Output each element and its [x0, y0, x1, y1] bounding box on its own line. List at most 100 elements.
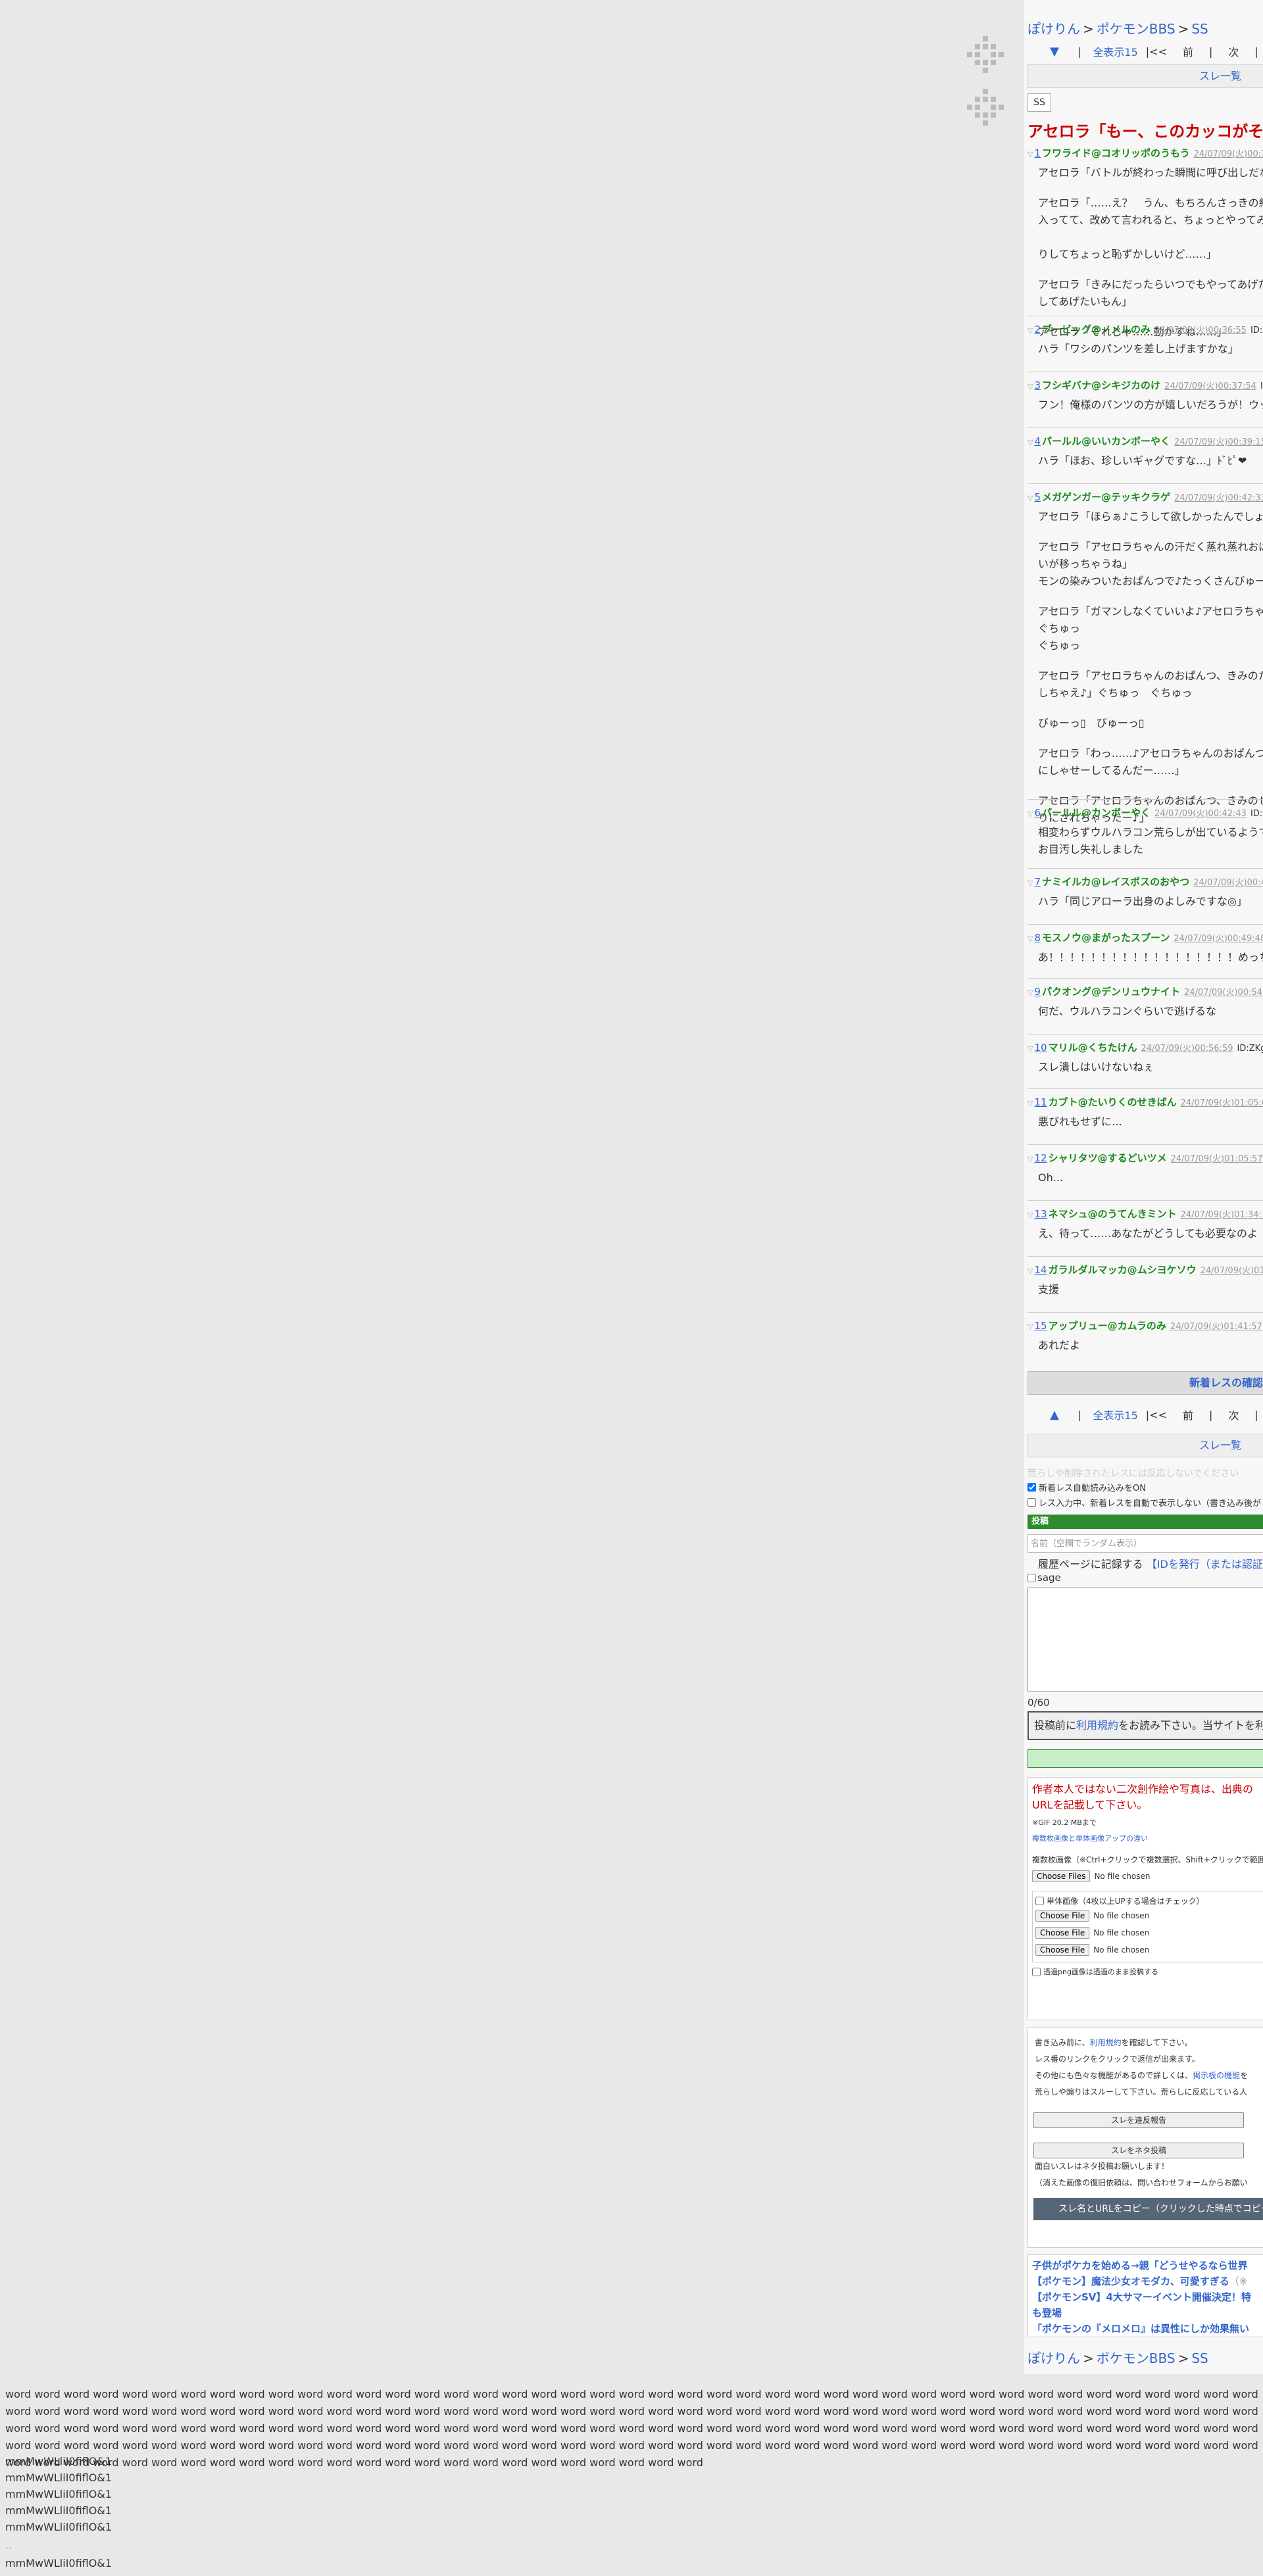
hide-new-checkbox[interactable]: [1028, 1498, 1036, 1507]
post-date[interactable]: 24/07/09(火)00:37:54: [1164, 381, 1256, 391]
post-date[interactable]: 24/07/09(火)00:49:48: [1174, 934, 1263, 944]
thread-list-link-bottom[interactable]: スレ一覧: [1028, 1434, 1263, 1457]
sage-option[interactable]: sage: [1028, 1572, 1061, 1584]
post-date[interactable]: 24/07/09(火)01:34:16: [1181, 1210, 1263, 1220]
post-menu-icon[interactable]: ▽: [1028, 382, 1033, 391]
grid-tools-icon[interactable]: [967, 89, 1004, 126]
hide-new-option[interactable]: レス入力中、新着レスを自動で表示しない（書き込み後が: [1028, 1496, 1261, 1509]
grid-menu-icon[interactable]: [967, 36, 1004, 73]
message-textarea[interactable]: [1028, 1588, 1263, 1691]
post-menu-icon[interactable]: ▽: [1028, 150, 1033, 158]
prev-link-bottom[interactable]: 前: [1183, 1407, 1193, 1422]
post-number[interactable]: 5: [1034, 491, 1041, 503]
post-number[interactable]: 13: [1034, 1208, 1047, 1220]
breadcrumb-home-bottom[interactable]: ぽけりん: [1028, 2350, 1080, 2366]
post-menu-icon[interactable]: ▽: [1028, 1211, 1033, 1219]
choose-file-button-3[interactable]: Choose File: [1035, 1944, 1090, 1956]
breadcrumb-home[interactable]: ぽけりん: [1028, 21, 1080, 37]
related-link[interactable]: 【ポケモン】魔法少女オモダカ、可愛すぎる（※: [1032, 2273, 1263, 2289]
sage-checkbox[interactable]: [1028, 1573, 1036, 1582]
post-date[interactable]: 24/07/09(火)01:41:10: [1201, 1266, 1263, 1276]
show-all-link-bottom[interactable]: 全表示15: [1093, 1407, 1137, 1422]
issue-id-link[interactable]: 【IDを発行（または認証）】: [1147, 1558, 1263, 1570]
post-number[interactable]: 8: [1034, 932, 1041, 944]
post-id[interactable]: ID:dI8MgoAk: [1251, 326, 1263, 335]
post-date[interactable]: 24/07/09(火)00:45:07: [1193, 878, 1263, 888]
post-number[interactable]: 14: [1034, 1264, 1047, 1276]
first-link-bottom[interactable]: |<<: [1146, 1409, 1167, 1421]
post-date[interactable]: 24/07/09(火)00:54:20: [1184, 988, 1263, 998]
post-date[interactable]: 24/07/09(火)00:36:55: [1154, 326, 1247, 335]
post-date[interactable]: 24/07/09(火)00:56:59: [1141, 1044, 1233, 1054]
related-link[interactable]: 「ポケモンの『メロメロ』は異性にしか効果無い: [1032, 2321, 1263, 2337]
post-date[interactable]: 24/07/09(火)01:05:57: [1171, 1154, 1263, 1164]
post-id[interactable]: ID:ZKgM: [1237, 1044, 1263, 1054]
post-date[interactable]: 24/07/09(火)01:05:00: [1181, 1098, 1263, 1108]
post-menu-icon[interactable]: ▽: [1028, 935, 1033, 943]
scroll-down-icon[interactable]: ▼: [1043, 45, 1066, 59]
report-thread-button[interactable]: スレを違反報告: [1033, 2112, 1244, 2128]
post-number[interactable]: 15: [1034, 1320, 1047, 1332]
submit-button[interactable]: [1028, 1749, 1263, 1768]
post-menu-icon[interactable]: ▽: [1028, 1323, 1033, 1331]
transparent-png-checkbox[interactable]: [1032, 1967, 1041, 1976]
post-menu-icon[interactable]: ▽: [1028, 988, 1033, 997]
post-menu-icon[interactable]: ▽: [1028, 326, 1033, 335]
thread-list-link[interactable]: スレ一覧: [1028, 64, 1263, 88]
next-link-bottom[interactable]: 次: [1228, 1407, 1239, 1422]
breadcrumb-bbs[interactable]: ポケモンBBS: [1097, 21, 1176, 37]
upload-diff-link[interactable]: 複数枚画像と単体画像アップの違い: [1032, 1833, 1263, 1843]
post-menu-icon[interactable]: ▽: [1028, 810, 1033, 818]
breadcrumb-bbs-bottom[interactable]: ポケモンBBS: [1097, 2350, 1176, 2366]
category-tag[interactable]: SS: [1028, 93, 1051, 112]
neta-post-button[interactable]: スレをネタ投稿: [1033, 2143, 1244, 2158]
post-date[interactable]: 24/07/09(火)00:42:43: [1154, 809, 1247, 819]
post-number[interactable]: 12: [1034, 1152, 1047, 1164]
copy-url-button[interactable]: スレ名とURLをコピー（クリックした時点でコピー: [1033, 2198, 1263, 2220]
notice-terms-link[interactable]: 利用規約: [1076, 1719, 1118, 1732]
post-menu-icon[interactable]: ▽: [1028, 1155, 1033, 1163]
post-date[interactable]: 24/07/09(火)00:39:15: [1174, 437, 1263, 447]
post-menu-icon[interactable]: ▽: [1028, 1044, 1033, 1053]
name-input[interactable]: [1028, 1534, 1263, 1553]
single-upload-checkbox[interactable]: [1035, 1897, 1044, 1905]
post-menu-icon[interactable]: ▽: [1028, 1099, 1033, 1107]
auto-load-checkbox[interactable]: [1028, 1483, 1036, 1492]
post-number[interactable]: 6: [1034, 807, 1041, 819]
post-id[interactable]: ID:Zkg8Pg3c: [1260, 381, 1263, 391]
transparent-png-option[interactable]: 透過png画像は透過のまま投稿する: [1032, 1966, 1263, 1977]
post-date[interactable]: 24/07/09(火)01:41:57: [1170, 1322, 1262, 1332]
related-link[interactable]: 【ポケモンSV】4大サマーイベント開催決定！特: [1032, 2289, 1263, 2305]
post-number[interactable]: 3: [1034, 379, 1041, 391]
post-number[interactable]: 2: [1034, 324, 1041, 335]
features-link[interactable]: 掲示板の機能: [1193, 2071, 1240, 2080]
breadcrumb-ss[interactable]: SS: [1191, 21, 1208, 37]
show-all-link[interactable]: 全表示15: [1093, 43, 1137, 59]
prev-link[interactable]: 前: [1183, 43, 1193, 59]
terms-link[interactable]: 利用規約: [1090, 2038, 1122, 2047]
breadcrumb-ss-bottom[interactable]: SS: [1191, 2350, 1208, 2366]
post-menu-icon[interactable]: ▽: [1028, 1267, 1033, 1275]
choose-file-button-1[interactable]: Choose File: [1035, 1910, 1090, 1922]
post-number[interactable]: 10: [1034, 1042, 1047, 1054]
auto-load-option[interactable]: 新着レス自動読み込みをON: [1028, 1481, 1146, 1494]
post-number[interactable]: 9: [1034, 986, 1041, 998]
related-link[interactable]: 子供がポケカを始める→親「どうせやるなら世界: [1032, 2258, 1263, 2273]
post-date[interactable]: 24/07/09(火)00:42:33: [1174, 493, 1263, 503]
post-number[interactable]: 1: [1034, 147, 1041, 159]
post-id[interactable]: ID:v: [1251, 809, 1263, 819]
first-link[interactable]: |<<: [1146, 45, 1167, 58]
post-number[interactable]: 4: [1034, 435, 1041, 447]
post-menu-icon[interactable]: ▽: [1028, 879, 1033, 887]
next-link[interactable]: 次: [1228, 43, 1239, 59]
single-upload-option[interactable]: 単体画像（4枚以上UPする場合はチェック）: [1035, 1895, 1263, 1907]
post-menu-icon[interactable]: ▽: [1028, 438, 1033, 447]
post-number[interactable]: 11: [1034, 1096, 1047, 1108]
post-date[interactable]: 24/07/09(火)00:33:56: [1194, 149, 1263, 159]
choose-files-button[interactable]: Choose Files: [1032, 1870, 1091, 1882]
choose-file-button-2[interactable]: Choose File: [1035, 1927, 1090, 1939]
scroll-up-icon[interactable]: ▲: [1043, 1408, 1066, 1422]
post-number[interactable]: 7: [1034, 876, 1041, 888]
related-link[interactable]: も登場: [1032, 2305, 1263, 2321]
new-res-check-button[interactable]: 新着レスの確認: [1028, 1371, 1263, 1395]
